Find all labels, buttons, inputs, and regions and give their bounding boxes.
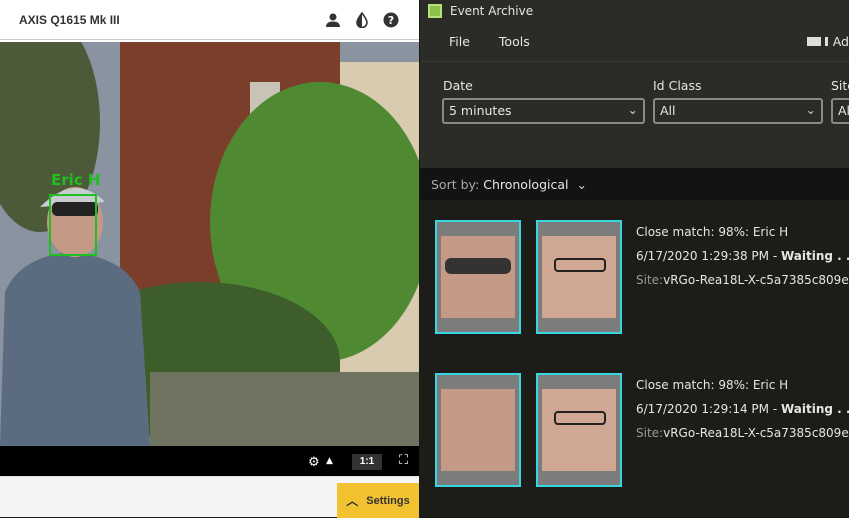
site-select[interactable]: All [831, 98, 849, 124]
event-info: Close match: 98%: Eric H 6/17/2020 1:29:… [636, 378, 849, 440]
help-icon[interactable]: ? [383, 12, 399, 28]
contrast-icon[interactable] [354, 11, 370, 28]
camera-title: AXIS Q1615 Mk III [19, 12, 120, 27]
app-icon [428, 4, 442, 18]
captured-face-thumbnail[interactable] [435, 373, 521, 487]
window-title: Event Archive [450, 4, 534, 18]
focus-gear-icon[interactable]: ⚙ [308, 455, 320, 470]
date-label: Date [443, 78, 473, 93]
event-item[interactable]: Close match: 98%: Eric H 6/17/2020 1:29:… [420, 220, 849, 340]
video-toolbar: ⚙ ▲ 1:1 ⛶ [0, 446, 419, 476]
event-item[interactable]: Close match: 98%: Eric H 6/17/2020 1:29:… [420, 373, 849, 493]
fullscreen-icon[interactable]: ⛶ [399, 453, 408, 468]
site-label: Site [831, 78, 849, 93]
svg-text:?: ? [388, 14, 394, 27]
camera-panel: AXIS Q1615 Mk III ? Eric H ⚙ ▲ 1:1 ⛶ ︿ Se… [0, 0, 419, 518]
zoom-ratio-button[interactable]: 1:1 [352, 454, 382, 470]
chevron-up-icon: ︿ [346, 494, 359, 508]
settings-button[interactable]: ︿ Settings [337, 483, 419, 518]
face-detection-box [49, 194, 97, 256]
user-icon[interactable] [325, 12, 341, 28]
title-bar: Event Archive [420, 0, 849, 22]
reference-face-thumbnail[interactable] [536, 373, 622, 487]
chevron-down-icon: ⌄ [627, 102, 638, 117]
event-archive-window: Event Archive File Tools Ad Date 5 minut… [420, 0, 849, 517]
sort-control[interactable]: Sort by: Chronological ⌄ [420, 168, 849, 200]
date-select[interactable]: 5 minutes ⌄ [442, 98, 645, 124]
detection-label: Eric H [51, 171, 101, 189]
chevron-down-icon: ⌄ [576, 176, 587, 192]
camera-header: AXIS Q1615 Mk III ? [0, 0, 419, 40]
idclass-select[interactable]: All ⌄ [653, 98, 823, 124]
menu-bar: File Tools Ad [420, 22, 849, 62]
menu-tools[interactable]: Tools [499, 34, 530, 49]
idclass-label: Id Class [653, 78, 702, 93]
live-video[interactable]: Eric H [0, 42, 419, 446]
filters-panel: Date 5 minutes⌄ Id Class All⌄ Site All [420, 62, 849, 168]
captured-face-thumbnail[interactable] [435, 220, 521, 334]
menu-file[interactable]: File [449, 34, 470, 49]
add-camera-button[interactable]: Ad [806, 34, 849, 49]
camera-icon [806, 37, 825, 46]
bottom-bar: ︿ Settings [0, 476, 419, 518]
chevron-down-icon: ⌄ [805, 102, 816, 117]
reference-face-thumbnail[interactable] [536, 220, 622, 334]
event-info: Close match: 98%: Eric H 6/17/2020 1:29:… [636, 225, 849, 287]
caret-up-icon[interactable]: ▲ [326, 456, 333, 466]
